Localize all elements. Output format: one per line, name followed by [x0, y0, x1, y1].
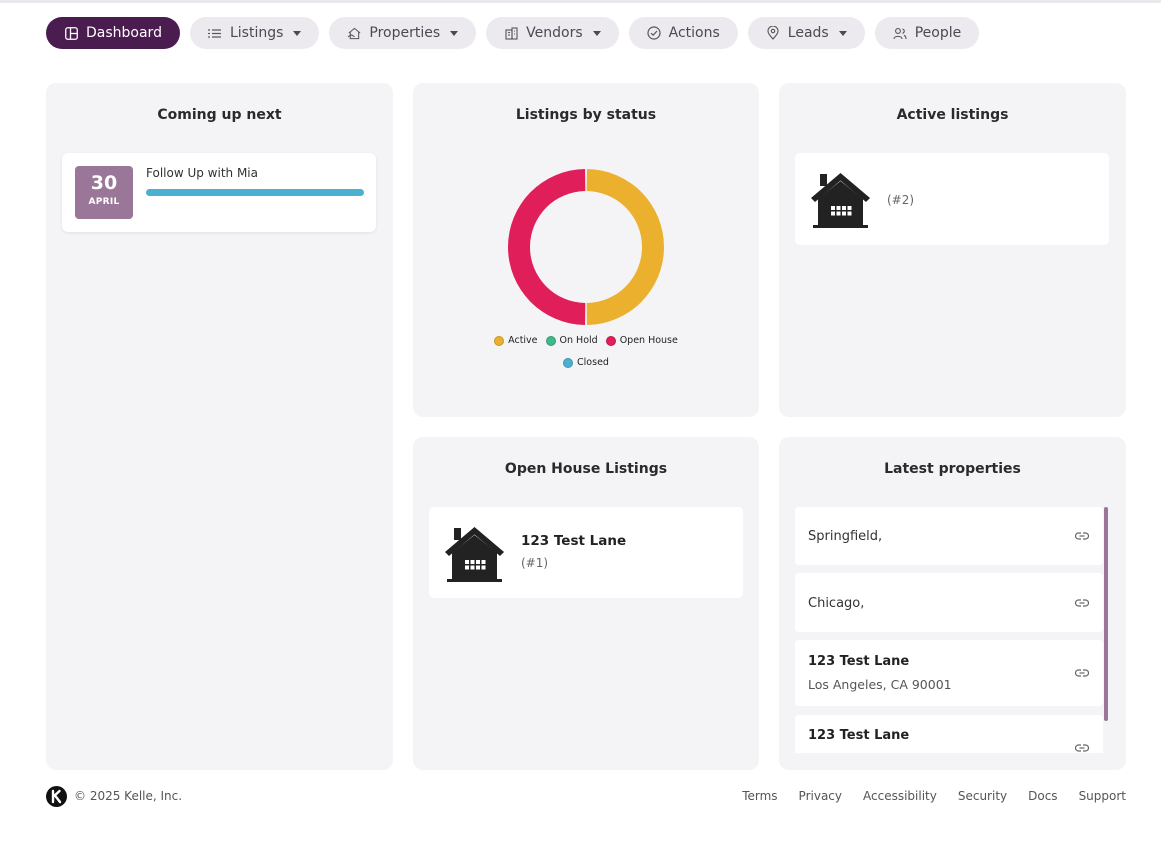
legend-item-active[interactable]: Active — [494, 335, 538, 346]
dashboard-icon — [64, 26, 78, 40]
nav-listings-label: Listings — [229, 25, 284, 41]
nav-vendors[interactable]: Vendors — [486, 17, 619, 49]
listings-status-title: Listings by status — [515, 107, 657, 123]
latest-properties-title: Latest properties — [884, 461, 1021, 477]
nav-actions-label: Actions — [668, 25, 720, 41]
nav-leads-label: Leads — [787, 25, 829, 41]
coming-up-title: Coming up next — [157, 107, 282, 123]
chevron-down-icon — [450, 30, 459, 36]
link-icon[interactable] — [1075, 668, 1089, 678]
event-date-badge: 30 APRIL — [75, 166, 133, 219]
legend-swatch — [494, 335, 505, 346]
property-item[interactable]: 123 Test Lane — [795, 715, 1103, 753]
open-house-title: Open House Listings — [504, 461, 668, 477]
property-icon — [347, 26, 361, 40]
nav-properties[interactable]: Properties — [329, 17, 477, 49]
link-icon[interactable] — [1075, 598, 1089, 608]
legend-swatch — [545, 335, 556, 346]
legend-label: Closed — [577, 357, 609, 368]
chevron-down-icon — [293, 30, 302, 36]
active-listings-title: Active listings — [896, 107, 1009, 123]
chart-legend-row-1: Active On Hold Open House — [413, 335, 759, 346]
property-name: Springfield, — [808, 529, 883, 544]
link-icon[interactable] — [1075, 531, 1089, 541]
property-item[interactable]: Chicago, — [795, 573, 1103, 632]
property-list[interactable]: Springfield, Chicago, 123 Test Lane Los … — [795, 507, 1109, 753]
property-item[interactable]: 123 Test Lane Los Angeles, CA 90001 — [795, 640, 1103, 706]
footer-link-security[interactable]: Security — [958, 789, 1007, 803]
footer-link-support[interactable]: Support — [1079, 789, 1126, 803]
nav-leads[interactable]: Leads — [747, 17, 865, 49]
listing-id: (#1) — [521, 556, 549, 570]
listing-item[interactable]: (#2) — [795, 153, 1109, 245]
nav-properties-label: Properties — [369, 25, 441, 41]
main-nav: Dashboard Listings Properties Vendors Ac… — [46, 17, 980, 49]
house-icon — [445, 527, 504, 582]
footer-link-terms[interactable]: Terms — [742, 789, 777, 803]
house-icon — [811, 173, 870, 228]
open-house-card: Open House Listings 123 Test Lane (#1) — [413, 437, 759, 770]
copyright: © 2025 Kelle, Inc. — [74, 789, 183, 803]
event-title: Follow Up with Mia — [146, 166, 258, 180]
kelle-logo-icon[interactable] — [46, 786, 67, 807]
property-item[interactable]: Springfield, — [795, 507, 1103, 565]
legend-label: Open House — [619, 335, 678, 346]
latest-properties-card: Latest properties Springfield, Chicago, … — [779, 437, 1126, 770]
legend-label: Active — [508, 335, 538, 346]
property-address: Los Angeles, CA 90001 — [808, 677, 952, 692]
listing-id: (#2) — [887, 193, 915, 207]
footer-link-accessibility[interactable]: Accessibility — [863, 789, 937, 803]
property-name: 123 Test Lane — [808, 728, 910, 743]
nav-listings[interactable]: Listings — [189, 17, 320, 49]
event-month: APRIL — [88, 197, 120, 207]
event-progress-bar — [146, 189, 364, 196]
nav-people-label: People — [914, 25, 962, 41]
top-border — [0, 0, 1161, 3]
listings-status-card: Listings by status Active On Hold Open H… — [413, 83, 759, 417]
nav-dashboard[interactable]: Dashboard — [46, 17, 180, 49]
donut-slice-active[interactable] — [586, 169, 664, 325]
legend-swatch — [605, 335, 616, 346]
check-circle-icon — [647, 26, 661, 40]
legend-item-closed[interactable]: Closed — [563, 357, 609, 368]
event-item[interactable]: 30 APRIL Follow Up with Mia — [62, 153, 376, 232]
footer: © 2025 Kelle, Inc. Terms Privacy Accessi… — [46, 786, 1126, 808]
property-name: 123 Test Lane — [808, 654, 910, 669]
legend-swatch — [563, 357, 574, 368]
status-donut-chart — [507, 169, 664, 325]
nav-actions[interactable]: Actions — [628, 17, 738, 49]
property-name: Chicago, — [808, 596, 865, 611]
footer-link-privacy[interactable]: Privacy — [799, 789, 842, 803]
nav-people[interactable]: People — [874, 17, 980, 49]
footer-link-docs[interactable]: Docs — [1028, 789, 1057, 803]
event-day: 30 — [90, 172, 118, 194]
nav-dashboard-label: Dashboard — [86, 25, 162, 41]
building-icon — [504, 26, 518, 40]
legend-label: On Hold — [559, 335, 598, 346]
listing-name: 123 Test Lane — [521, 533, 627, 549]
nav-vendors-label: Vendors — [526, 25, 583, 41]
legend-item-open-house[interactable]: Open House — [605, 335, 678, 346]
list-icon — [208, 26, 222, 40]
donut-slice-open-house[interactable] — [507, 169, 586, 325]
people-icon — [893, 26, 907, 40]
link-icon[interactable] — [1075, 743, 1089, 753]
location-pin-icon — [766, 26, 780, 40]
footer-links: Terms Privacy Accessibility Security Doc… — [742, 789, 1126, 803]
chevron-down-icon — [592, 30, 601, 36]
listing-item[interactable]: 123 Test Lane (#1) — [429, 507, 743, 598]
active-listings-card: Active listings (#2) — [779, 83, 1126, 417]
coming-up-card: Coming up next 30 APRIL Follow Up with M… — [46, 83, 393, 770]
chevron-down-icon — [838, 30, 847, 36]
legend-item-on-hold[interactable]: On Hold — [545, 335, 598, 346]
chart-legend-row-2: Closed — [413, 357, 759, 368]
scrollbar-thumb[interactable] — [1104, 507, 1108, 721]
